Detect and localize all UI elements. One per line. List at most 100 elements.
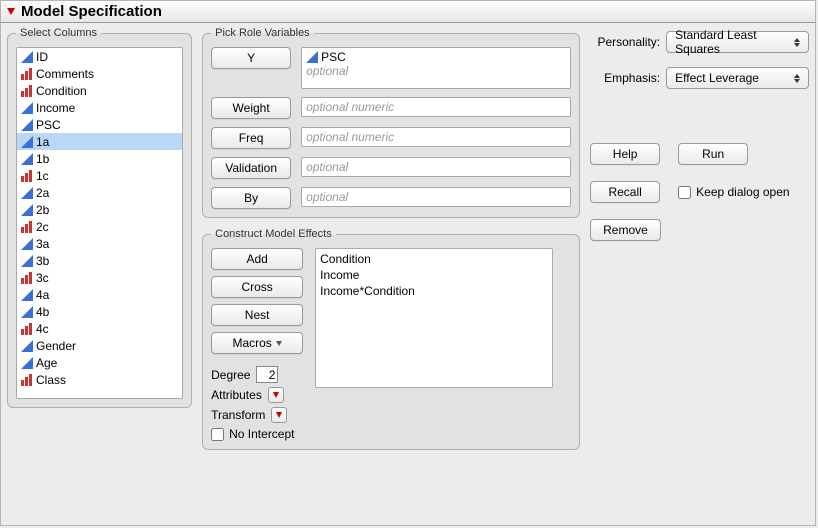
content: Select Columns IDCommentsConditionIncome…: [1, 23, 815, 454]
role-row-freq: Freq optional numeric: [211, 127, 571, 149]
weight-field[interactable]: optional numeric: [301, 97, 571, 117]
y-button[interactable]: Y: [211, 47, 291, 69]
y-field[interactable]: PSC optional: [301, 47, 571, 89]
disclosure-icon[interactable]: [5, 6, 17, 18]
column-item[interactable]: 3b: [17, 252, 182, 269]
y-hint: optional: [306, 64, 566, 78]
column-item[interactable]: 3a: [17, 235, 182, 252]
column-item[interactable]: 2b: [17, 201, 182, 218]
pick-role-legend: Pick Role Variables: [211, 27, 314, 39]
nominal-icon: [21, 68, 33, 80]
column-label: PSC: [36, 118, 61, 132]
validation-field[interactable]: optional: [301, 157, 571, 177]
remove-button[interactable]: Remove: [590, 219, 661, 241]
emphasis-select[interactable]: Effect Leverage: [666, 67, 809, 89]
role-row-validation: Validation optional: [211, 157, 571, 179]
effect-item[interactable]: Condition: [320, 251, 548, 267]
continuous-icon: [21, 357, 33, 369]
transform-dropdown[interactable]: [271, 407, 287, 423]
effects-listbox[interactable]: ConditionIncomeIncome*Condition: [315, 248, 553, 388]
column-label: 4b: [36, 305, 49, 319]
column-item[interactable]: Comments: [17, 65, 182, 82]
weight-button[interactable]: Weight: [211, 97, 291, 119]
recall-button[interactable]: Recall: [590, 181, 660, 203]
column-item[interactable]: ID: [17, 48, 182, 65]
column-item[interactable]: Gender: [17, 337, 182, 354]
column-label: 2a: [36, 186, 49, 200]
select-columns-panel: Select Columns IDCommentsConditionIncome…: [7, 27, 192, 408]
column-label: Income: [36, 101, 75, 115]
column-item[interactable]: 4a: [17, 286, 182, 303]
personality-row: Personality: Standard Least Squares: [590, 31, 809, 53]
transform-label: Transform: [211, 408, 265, 422]
titlebar: Model Specification: [1, 1, 815, 23]
transform-row: Transform: [211, 407, 303, 423]
weight-hint: optional numeric: [306, 100, 394, 114]
add-button[interactable]: Add: [211, 248, 303, 270]
continuous-icon: [21, 119, 33, 131]
cme-legend: Construct Model Effects: [211, 228, 336, 240]
column-item[interactable]: Age: [17, 354, 182, 371]
continuous-icon: [21, 255, 33, 267]
emphasis-label: Emphasis:: [590, 71, 660, 85]
column-label: 1b: [36, 152, 49, 166]
degree-row: Degree: [211, 366, 303, 383]
effect-item[interactable]: Income: [320, 267, 548, 283]
run-button[interactable]: Run: [678, 143, 748, 165]
keep-open-label: Keep dialog open: [696, 185, 789, 199]
action-row-2: Recall Keep dialog open: [590, 181, 809, 203]
personality-select[interactable]: Standard Least Squares: [666, 31, 809, 53]
nominal-icon: [21, 272, 33, 284]
by-field[interactable]: optional: [301, 187, 571, 207]
attributes-label: Attributes: [211, 388, 262, 402]
column-item[interactable]: 3c: [17, 269, 182, 286]
no-intercept-check[interactable]: No Intercept: [211, 427, 303, 441]
column-label: 1c: [36, 169, 49, 183]
column-item[interactable]: 2a: [17, 184, 182, 201]
keep-open-checkbox[interactable]: [678, 186, 691, 199]
emphasis-row: Emphasis: Effect Leverage: [590, 67, 809, 89]
column-label: 2c: [36, 220, 49, 234]
nest-button[interactable]: Nest: [211, 304, 303, 326]
column-item[interactable]: 1c: [17, 167, 182, 184]
column-item[interactable]: 1a: [17, 133, 182, 150]
column-item[interactable]: Class: [17, 371, 182, 388]
column-label: Age: [36, 356, 57, 370]
column-item[interactable]: 4b: [17, 303, 182, 320]
column-label: 3c: [36, 271, 49, 285]
continuous-icon: [21, 102, 33, 114]
column-item[interactable]: 4c: [17, 320, 182, 337]
column-item[interactable]: 2c: [17, 218, 182, 235]
column-label: Comments: [36, 67, 94, 81]
freq-button[interactable]: Freq: [211, 127, 291, 149]
updown-icon: [793, 38, 802, 47]
y-value: PSC: [321, 50, 346, 64]
columns-listbox[interactable]: ID CommentsCondition Income PSC1a 1b 1c 2a2b 2c…: [16, 47, 183, 399]
column-item[interactable]: Income: [17, 99, 182, 116]
keep-open-check[interactable]: Keep dialog open: [678, 185, 789, 199]
role-row-weight: Weight optional numeric: [211, 97, 571, 119]
right-column: Personality: Standard Least Squares Emph…: [590, 27, 809, 249]
freq-hint: optional numeric: [306, 130, 394, 144]
help-button[interactable]: Help: [590, 143, 660, 165]
macros-button[interactable]: Macros: [211, 332, 303, 354]
validation-button[interactable]: Validation: [211, 157, 291, 179]
column-item[interactable]: Condition: [17, 82, 182, 99]
column-label: 3a: [36, 237, 49, 251]
by-button[interactable]: By: [211, 187, 291, 209]
column-item[interactable]: PSC: [17, 116, 182, 133]
column-label: 4a: [36, 288, 49, 302]
pick-role-panel: Pick Role Variables Y PSC optional: [202, 27, 580, 218]
construct-model-effects-panel: Construct Model Effects Add Cross Nest M…: [202, 228, 580, 450]
cross-button[interactable]: Cross: [211, 276, 303, 298]
continuous-icon: [21, 289, 33, 301]
degree-input[interactable]: [256, 366, 278, 383]
continuous-icon: [21, 136, 33, 148]
nominal-icon: [21, 323, 33, 335]
no-intercept-checkbox[interactable]: [211, 428, 224, 441]
effect-item[interactable]: Income*Condition: [320, 283, 548, 299]
freq-field[interactable]: optional numeric: [301, 127, 571, 147]
column-item[interactable]: 1b: [17, 150, 182, 167]
attributes-dropdown[interactable]: [268, 387, 284, 403]
updown-icon: [792, 74, 802, 83]
